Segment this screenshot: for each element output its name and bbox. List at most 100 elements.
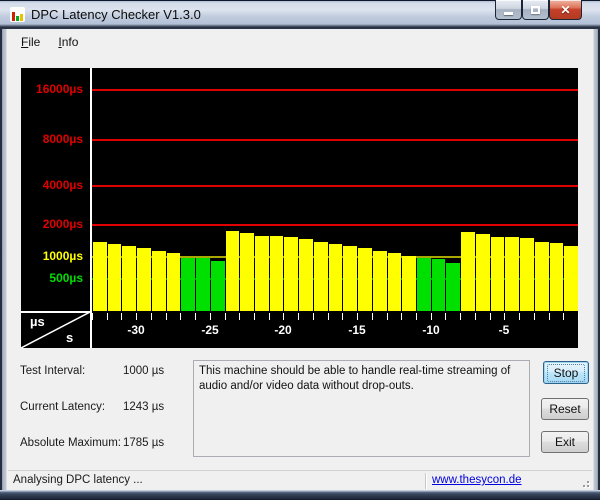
- latency-bar: [476, 234, 490, 311]
- x-axis-label: -5: [498, 323, 510, 337]
- exit-button[interactable]: Exit: [541, 431, 589, 453]
- x-tick: [269, 313, 270, 320]
- app-window: DPC Latency Checker V1.3.0 ✕ File Info µ…: [0, 0, 600, 500]
- latency-bar: [270, 235, 283, 311]
- x-axis-label: -20: [274, 323, 292, 337]
- latency-bar: [432, 258, 445, 311]
- latency-bar: [520, 238, 534, 311]
- x-tick: [504, 313, 505, 320]
- x-tick: [239, 313, 240, 320]
- reset-button[interactable]: Reset: [541, 398, 589, 420]
- latency-bar: [373, 251, 387, 311]
- latency-bar: [550, 242, 563, 311]
- gridline-8000us: [92, 138, 578, 141]
- x-tick: [519, 313, 520, 320]
- x-tick: [401, 313, 402, 320]
- stat-value: 1243 µs: [123, 401, 165, 413]
- stat-label: Current Latency:: [20, 401, 106, 413]
- x-tick: [180, 313, 181, 320]
- latency-bar: [137, 248, 151, 311]
- x-tick: [445, 313, 446, 320]
- close-button[interactable]: ✕: [549, 0, 582, 20]
- app-bar-chart-icon: [10, 7, 25, 22]
- x-tick: [460, 313, 461, 320]
- x-axis-label: -15: [348, 323, 366, 337]
- latency-bar: [329, 244, 342, 311]
- window-border-right: [592, 29, 600, 490]
- stat-label: Test Interval:: [20, 365, 86, 377]
- titlebar[interactable]: DPC Latency Checker V1.3.0 ✕: [0, 0, 600, 29]
- gridline-16000us: [92, 89, 578, 92]
- x-axis-unit-label: s: [66, 330, 74, 345]
- gridline-4000us: [92, 184, 578, 187]
- latency-bar: [402, 255, 416, 311]
- menu-file[interactable]: File: [12, 32, 49, 52]
- latency-bar: [255, 235, 269, 311]
- x-axis-label: -30: [127, 323, 145, 337]
- resize-grip-icon[interactable]: [578, 476, 589, 487]
- y-axis-label: 1000µs: [42, 249, 83, 263]
- latency-bar: [299, 239, 313, 311]
- y-axis-unit-label: µs: [30, 314, 45, 329]
- x-tick: [563, 313, 564, 320]
- menu-info[interactable]: Info: [49, 32, 87, 52]
- latency-bar: [314, 242, 328, 311]
- latency-bar: [491, 236, 504, 311]
- x-axis-label: -25: [201, 323, 219, 337]
- x-tick: [92, 313, 93, 320]
- client-area: File Info µs s 16000µs 8000µs 4000µs 2000µs…: [8, 29, 592, 490]
- x-axis-label: -10: [422, 323, 440, 337]
- latency-bar: [167, 253, 180, 311]
- stat-value: 1000 µs: [123, 365, 165, 377]
- status-text: Analysing DPC latency ...: [13, 474, 143, 486]
- x-tick: [195, 313, 196, 320]
- latency-chart: µs s 16000µs 8000µs 4000µs 2000µs 1000µs 500µ…: [21, 68, 579, 348]
- latency-bar: [284, 236, 298, 311]
- x-tick: [166, 313, 167, 320]
- gridline-2000us: [92, 224, 578, 227]
- menubar: File Info: [8, 29, 592, 55]
- latency-bar: [358, 247, 372, 311]
- y-axis-label: 2000µs: [42, 217, 83, 232]
- stop-button[interactable]: Stop: [543, 361, 589, 384]
- y-axis-line: [90, 68, 92, 348]
- latency-bar: [196, 258, 210, 311]
- y-axis-label: 500µs: [49, 271, 83, 286]
- latency-bar: [564, 245, 578, 311]
- x-tick: [549, 313, 550, 320]
- x-tick: [313, 313, 314, 320]
- x-tick: [357, 313, 358, 320]
- window-border-left: [0, 29, 8, 490]
- x-tick: [431, 313, 432, 320]
- x-tick: [298, 313, 299, 320]
- latency-bar: [226, 231, 239, 311]
- x-tick: [387, 313, 388, 320]
- x-tick: [107, 313, 108, 320]
- thesycon-link[interactable]: www.thesycon.de: [432, 474, 522, 486]
- latency-bar: [122, 245, 136, 311]
- minimize-icon: [504, 12, 513, 15]
- x-tick: [328, 313, 329, 320]
- maximize-button[interactable]: [522, 0, 549, 20]
- x-tick: [475, 313, 476, 320]
- latency-bar: [535, 241, 549, 311]
- latency-bar: [343, 245, 357, 311]
- x-tick: [372, 313, 373, 320]
- latency-bar: [211, 260, 225, 311]
- latency-bar: [505, 236, 519, 311]
- minimize-button[interactable]: [495, 0, 522, 20]
- latency-bar: [446, 262, 460, 311]
- x-tick: [225, 313, 226, 320]
- maximize-icon: [531, 5, 540, 14]
- x-tick: [490, 313, 491, 320]
- statusbar-separator: [425, 473, 426, 489]
- latency-bar: [152, 251, 166, 311]
- x-tick: [416, 313, 417, 320]
- latency-bar: [388, 253, 401, 311]
- x-tick: [136, 313, 137, 320]
- window-border-bottom: [0, 490, 600, 500]
- x-tick: [254, 313, 255, 320]
- window-title: DPC Latency Checker V1.3.0: [31, 7, 201, 22]
- y-axis-label: 16000µs: [36, 82, 83, 97]
- x-tick: [121, 313, 122, 320]
